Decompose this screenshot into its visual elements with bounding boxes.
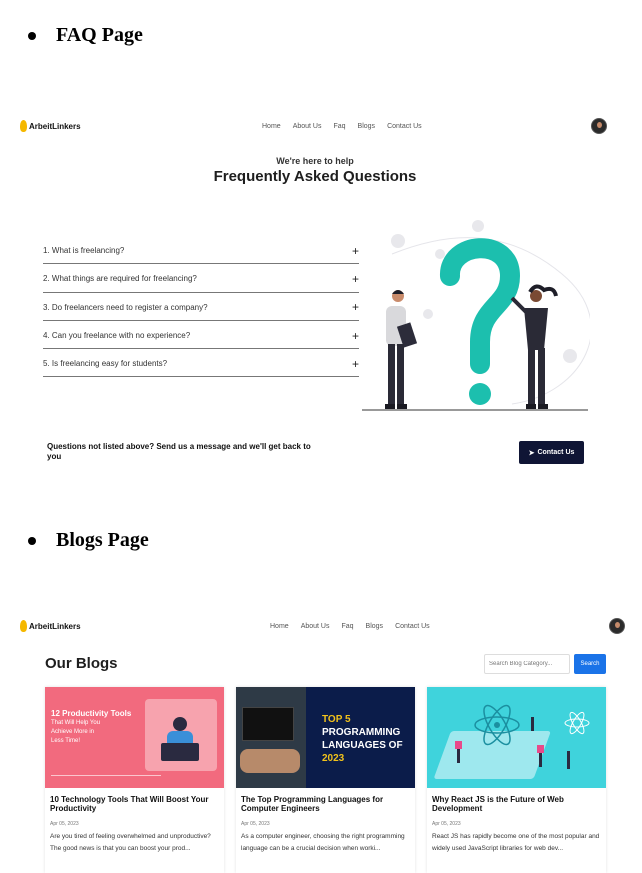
plus-icon[interactable]: + — [352, 329, 359, 343]
blog-card-title[interactable]: Why React JS is the Future of Web Develo… — [427, 795, 606, 815]
blog-card-date: Apr 05, 2023 — [241, 821, 270, 827]
logo-icon — [20, 120, 27, 132]
blog-card-image — [427, 687, 606, 788]
nav-link-contact[interactable]: Contact Us — [387, 123, 422, 130]
faq-item[interactable]: 5. Is freelancing easy for students? + — [43, 349, 359, 378]
blog-card-title[interactable]: The Top Programming Languages for Comput… — [236, 795, 415, 815]
blogs-page-heading: Blogs Page — [28, 529, 149, 552]
nav-link-contact[interactable]: Contact Us — [395, 623, 430, 630]
faq-page-heading: FAQ Page — [28, 24, 143, 47]
person-left — [385, 290, 418, 409]
navbar: ArbeitLinkers Home About Us Faq Blogs Co… — [0, 114, 642, 138]
blog-card-image: 12 Productivity Tools That Will Help You… — [45, 687, 224, 788]
logo-text: ArbeitLinkers — [29, 621, 81, 631]
image-headline-line: LANGUAGES OF — [322, 740, 403, 751]
nav-link-faq[interactable]: Faq — [333, 123, 345, 130]
faq-question: 3. Do freelancers need to register a com… — [43, 302, 208, 312]
image-headline-line: TOP 5 — [322, 714, 351, 725]
blogs-title: Our Blogs — [45, 655, 118, 672]
blog-card[interactable]: 12 Productivity Tools That Will Help You… — [45, 687, 224, 873]
blogs-page-heading-text: Blogs Page — [56, 529, 149, 551]
faq-question: 5. Is freelancing easy for students? — [43, 359, 168, 369]
blog-card-image: TOP 5 PROGRAMMING LANGUAGES OF 2023 — [236, 687, 415, 788]
navbar-blogs: ArbeitLinkers Home About Us Faq Blogs Co… — [0, 614, 642, 638]
faq-item[interactable]: 2. What things are required for freelanc… — [43, 264, 359, 293]
blog-card[interactable]: TOP 5 PROGRAMMING LANGUAGES OF 2023 The … — [236, 687, 415, 873]
search-button[interactable]: Search — [574, 654, 606, 674]
laptop-person-icon — [145, 699, 217, 771]
blog-card-title[interactable]: 10 Technology Tools That Will Boost Your… — [45, 795, 224, 815]
search-input[interactable] — [484, 654, 570, 674]
bullet-icon — [28, 536, 36, 545]
question-mark-icon — [440, 238, 521, 405]
faq-page-heading-text: FAQ Page — [56, 24, 143, 46]
blog-card-excerpt: Are you tired of feeling overwhelmed and… — [50, 833, 211, 852]
faq-title: Frequently Asked Questions — [213, 168, 417, 185]
nav-link-blogs[interactable]: Blogs — [366, 623, 384, 630]
avatar[interactable] — [609, 618, 625, 634]
image-headline-line: That Will Help You — [51, 720, 101, 726]
faq-subtitle: We're here to help — [276, 156, 354, 166]
plus-icon[interactable]: + — [352, 300, 359, 314]
logo[interactable]: ArbeitLinkers — [20, 120, 81, 132]
faq-question: 4. Can you freelance with no experience? — [43, 331, 191, 341]
image-headline-line: Achieve More in — [51, 729, 95, 735]
avatar[interactable] — [591, 118, 607, 134]
blog-card[interactable]: Why React JS is the Future of Web Develo… — [427, 687, 606, 873]
blog-card-excerpt: As a computer engineer, choosing the rig… — [241, 833, 405, 852]
logo[interactable]: ArbeitLinkers — [20, 620, 81, 632]
faq-illustration — [362, 220, 590, 411]
blog-card-date: Apr 05, 2023 — [432, 821, 461, 827]
image-headline-line: 12 Productivity Tools — [51, 709, 132, 718]
faq-item[interactable]: 4. Can you freelance with no experience?… — [43, 321, 359, 350]
faq-question: 1. What is freelancing? — [43, 246, 125, 256]
faq-list: 1. What is freelancing? + 2. What things… — [43, 236, 359, 378]
faq-question: 2. What things are required for freelanc… — [43, 274, 197, 284]
faq-cta-text: Questions not listed above? Send us a me… — [47, 442, 311, 461]
blog-card-excerpt: React JS has rapidly become one of the m… — [432, 833, 600, 852]
contact-us-label: Contact Us — [537, 449, 575, 456]
blog-card-date: Apr 05, 2023 — [50, 821, 79, 827]
react-atom-icon — [434, 704, 590, 779]
faq-item[interactable]: 1. What is freelancing? + — [43, 236, 359, 265]
plus-icon[interactable]: + — [352, 272, 359, 286]
nav-link-about[interactable]: About Us — [293, 123, 322, 130]
image-headline-line: Less Time! — [51, 738, 81, 744]
nav-link-home[interactable]: Home — [270, 623, 289, 630]
image-headline-line: PROGRAMMING — [322, 727, 401, 738]
nav-links: Home About Us Faq Blogs Contact Us — [270, 623, 430, 630]
faq-item[interactable]: 3. Do freelancers need to register a com… — [43, 293, 359, 321]
image-headline-line: 2023 — [322, 753, 345, 764]
nav-link-home[interactable]: Home — [262, 123, 281, 130]
plus-icon[interactable]: + — [352, 244, 359, 258]
logo-icon — [20, 620, 27, 632]
nav-link-blogs[interactable]: Blogs — [358, 123, 376, 130]
logo-text: ArbeitLinkers — [29, 121, 81, 131]
nav-links: Home About Us Faq Blogs Contact Us — [262, 123, 422, 130]
keyboard-photo — [236, 687, 306, 788]
plus-icon[interactable]: + — [352, 357, 359, 371]
bullet-icon — [28, 31, 36, 40]
nav-link-faq[interactable]: Faq — [341, 623, 353, 630]
nav-link-about[interactable]: About Us — [301, 623, 330, 630]
send-icon: ➤ — [528, 449, 535, 457]
contact-us-button[interactable]: ➤ Contact Us — [519, 441, 584, 464]
person-right — [510, 284, 558, 409]
